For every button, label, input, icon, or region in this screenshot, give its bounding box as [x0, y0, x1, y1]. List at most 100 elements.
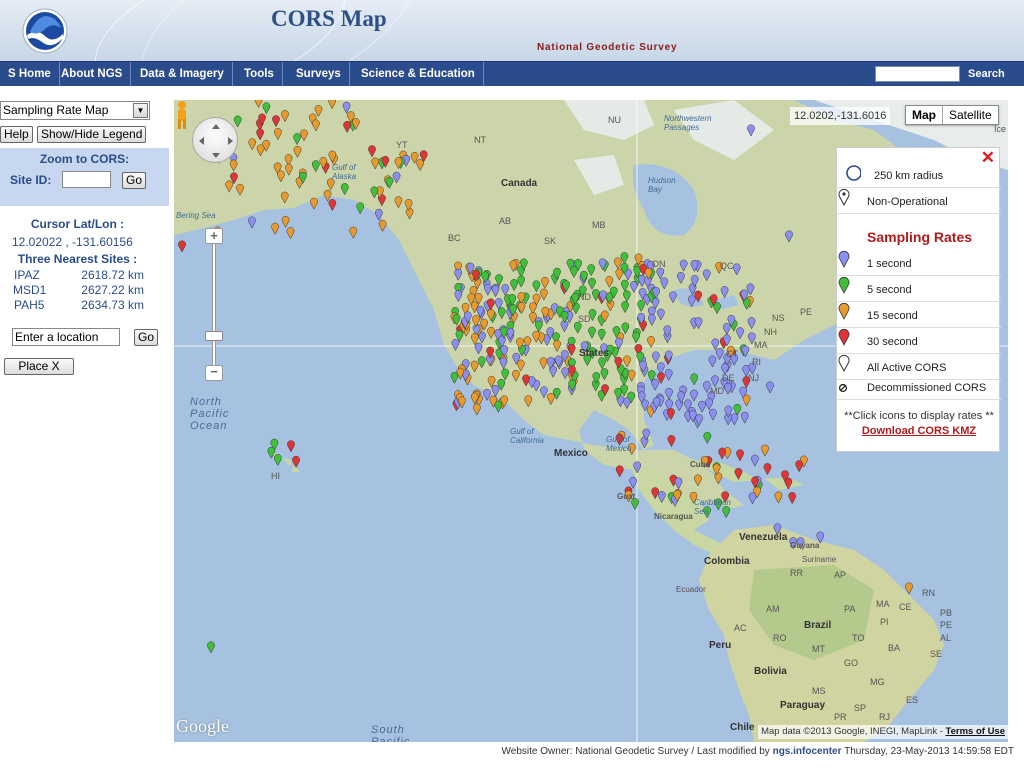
legend-label: 250 km radius	[874, 170, 944, 182]
zoom-slider-track[interactable]	[212, 236, 216, 374]
cors-station-marker[interactable]	[709, 408, 717, 421]
chevron-down-icon[interactable]: ▼	[133, 103, 148, 118]
site-id-go-button[interactable]: Go	[122, 172, 147, 189]
download-kmz-link[interactable]: Download CORS KMZ	[837, 425, 1001, 437]
cors-station-marker[interactable]	[378, 219, 387, 232]
cors-station-marker[interactable]	[698, 400, 706, 413]
cors-station-marker[interactable]	[665, 387, 673, 400]
cors-station-marker[interactable]	[323, 189, 332, 202]
cors-station-marker[interactable]	[763, 463, 772, 476]
map-label: GO	[844, 658, 859, 668]
cors-station-marker[interactable]	[690, 389, 698, 402]
cors-station-marker[interactable]	[651, 378, 659, 391]
cors-station-marker[interactable]	[761, 444, 769, 457]
nav-item-science-education[interactable]: Science & Education	[353, 62, 484, 86]
terms-of-use-link[interactable]: Terms of Use	[946, 726, 1005, 737]
marker-icon	[838, 329, 850, 346]
cors-station-marker[interactable]	[281, 215, 290, 228]
location-input[interactable]: Enter a location	[12, 328, 120, 346]
cors-station-marker[interactable]	[483, 388, 491, 401]
map-label: RJ	[879, 712, 890, 722]
cors-station-marker[interactable]	[766, 381, 774, 394]
cors-station-marker[interactable]	[690, 373, 699, 386]
zoom-in-button[interactable]: +	[205, 228, 223, 244]
pegman-icon[interactable]	[174, 100, 190, 130]
cors-station-marker[interactable]	[664, 368, 673, 382]
zoom-slider-handle[interactable]	[205, 331, 223, 341]
legend-row-radius[interactable]: 250 km radius	[837, 162, 1001, 188]
cors-station-marker[interactable]	[705, 398, 713, 411]
nav-item-home[interactable]: S Home	[0, 62, 60, 86]
cors-station-marker[interactable]	[740, 411, 749, 424]
cors-station-marker[interactable]	[795, 460, 804, 473]
show-hide-legend-button[interactable]: Show/Hide Legend	[37, 126, 147, 143]
legend-row-rate[interactable]: 15 second	[837, 302, 1001, 328]
cors-station-marker[interactable]	[708, 355, 717, 368]
nav-item-about[interactable]: About NGS	[53, 62, 132, 86]
cors-station-marker[interactable]	[748, 492, 757, 505]
cors-station-marker[interactable]	[273, 454, 282, 467]
pan-control[interactable]	[192, 117, 238, 163]
map-label: Colombia	[704, 556, 750, 567]
cors-station-marker[interactable]	[349, 226, 358, 239]
cors-station-marker[interactable]	[374, 208, 383, 221]
cors-station-marker[interactable]	[207, 641, 215, 654]
cors-station-marker[interactable]	[774, 491, 783, 504]
map-label: MT	[812, 644, 825, 654]
place-x-button[interactable]: Place X	[4, 358, 74, 375]
legend-row-decommissioned[interactable]: Decommissioned CORS	[837, 378, 1001, 400]
cors-station-marker[interactable]	[271, 222, 279, 235]
map-label: Gulf of Mexico	[606, 435, 632, 453]
cors-station-marker[interactable]	[456, 367, 465, 380]
cors-map[interactable]: Canada Mexico States Venezuela Colombia …	[174, 100, 1008, 742]
cors-station-marker[interactable]	[248, 216, 256, 229]
cors-station-marker[interactable]	[751, 454, 759, 467]
cors-station-marker[interactable]	[718, 447, 726, 460]
cors-station-marker[interactable]	[450, 371, 459, 384]
cors-station-marker[interactable]	[715, 348, 724, 361]
search-input[interactable]	[875, 66, 960, 82]
page: CORS Map National Geodetic Survey S Home…	[0, 0, 1024, 768]
site-id-input[interactable]	[62, 171, 111, 188]
noaa-logo-icon[interactable]	[22, 8, 68, 54]
map-type-satellite-button[interactable]: Satellite	[943, 106, 998, 124]
cors-station-marker[interactable]	[667, 435, 676, 448]
location-go-button[interactable]: Go	[134, 329, 159, 346]
legend-row-rate[interactable]: 1 second	[837, 250, 1001, 276]
cors-station-marker[interactable]	[656, 362, 665, 375]
cors-station-marker[interactable]	[905, 582, 913, 595]
cors-station-marker[interactable]	[356, 202, 364, 215]
map-type-select[interactable]: Sampling Rate Map ▼	[0, 101, 150, 120]
legend-row-non-operational[interactable]: Non-Operational	[837, 188, 1001, 214]
map-label: Chile	[730, 722, 755, 733]
search-button[interactable]: Search	[962, 62, 1011, 86]
map-type-map-button[interactable]: Map	[906, 106, 943, 124]
cors-station-marker[interactable]	[328, 199, 337, 212]
cors-station-marker[interactable]	[788, 492, 797, 505]
help-button[interactable]: Help	[0, 126, 33, 143]
zoom-out-button[interactable]: −	[205, 365, 223, 381]
cors-station-marker[interactable]	[724, 382, 732, 395]
google-logo[interactable]: Google	[176, 716, 229, 737]
cors-station-marker[interactable]	[178, 240, 186, 253]
cors-station-marker[interactable]	[287, 440, 295, 453]
legend-row-rate[interactable]: 5 second	[837, 276, 1001, 302]
legend-row-rate[interactable]: 30 second	[837, 328, 1001, 354]
map-label: QC	[720, 261, 734, 271]
legend-row-all-active[interactable]: All Active CORS	[837, 354, 1001, 380]
cors-station-marker[interactable]	[292, 455, 300, 468]
nav-item-surveys[interactable]: Surveys	[288, 62, 350, 86]
cors-station-marker[interactable]	[615, 465, 624, 478]
cors-station-marker[interactable]	[494, 400, 503, 413]
cors-station-marker[interactable]	[473, 403, 481, 416]
cors-station-marker[interactable]	[310, 197, 318, 210]
nav-item-tools[interactable]: Tools	[236, 62, 283, 86]
map-label: SD	[578, 314, 591, 324]
footer-owner-link[interactable]: ngs.infocenter	[773, 746, 842, 757]
cors-station-marker[interactable]	[736, 449, 744, 462]
cors-station-marker[interactable]	[629, 476, 637, 489]
cors-station-marker[interactable]	[286, 227, 295, 240]
cors-station-marker[interactable]	[703, 431, 712, 444]
cors-station-marker[interactable]	[730, 413, 739, 426]
nav-item-data-imagery[interactable]: Data & Imagery	[132, 62, 233, 86]
